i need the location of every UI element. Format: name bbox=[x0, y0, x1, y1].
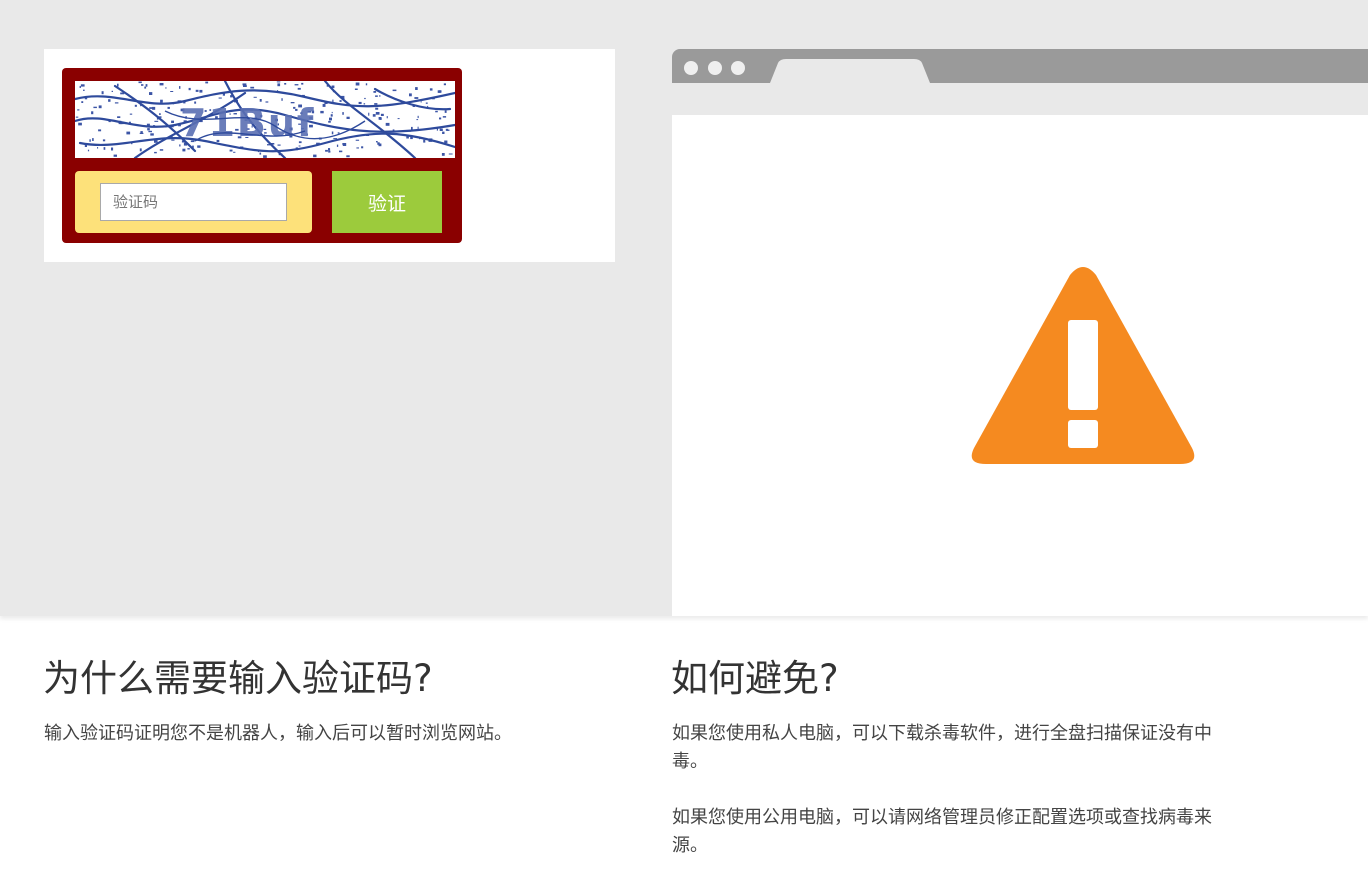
window-dot-icon bbox=[731, 61, 745, 75]
window-dot-icon bbox=[684, 61, 698, 75]
why-heading: 为什么需要输入验证码? bbox=[43, 657, 433, 700]
browser-tab bbox=[770, 59, 930, 83]
window-dot-icon bbox=[708, 61, 722, 75]
captcha-page: 71Buf 验证 为什么需要输入验证码? 输入验证码证明您不是机器人，输入后可以… bbox=[0, 0, 1368, 877]
verify-button[interactable]: 验证 bbox=[332, 171, 442, 233]
browser-toolbar bbox=[672, 83, 1368, 115]
warning-triangle-icon bbox=[971, 267, 1195, 464]
captcha-image[interactable]: 71Buf bbox=[75, 81, 455, 158]
captcha-input[interactable] bbox=[100, 183, 287, 221]
how-to-avoid-heading: 如何避免? bbox=[671, 657, 839, 700]
avoid-private-pc-text: 如果您使用私人电脑，可以下载杀毒软件，进行全盘扫描保证没有中毒。 bbox=[672, 723, 1212, 772]
avoid-public-pc-text: 如果您使用公用电脑，可以请网络管理员修正配置选项或查找病毒来源。 bbox=[672, 807, 1212, 856]
why-description: 输入验证码证明您不是机器人，输入后可以暂时浏览网站。 bbox=[44, 723, 512, 744]
